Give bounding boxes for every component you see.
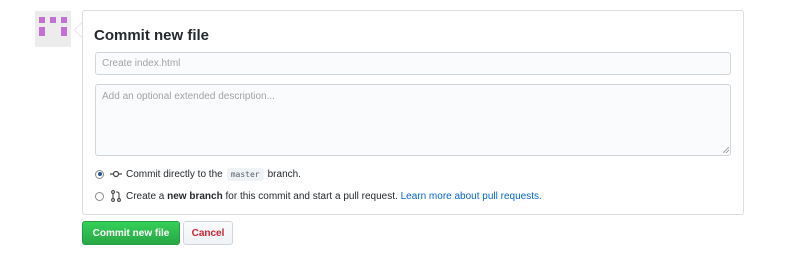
avatar: [35, 11, 71, 47]
new-branch-bold: new branch: [167, 190, 223, 202]
git-pull-request-icon: [110, 190, 122, 202]
resize-handle[interactable]: [723, 147, 729, 153]
commit-description-input[interactable]: [95, 84, 731, 156]
branch-name: master: [226, 167, 264, 181]
panel-pointer-inner: [75, 23, 82, 37]
commit-panel: Commit new file Commit directly to the m…: [82, 10, 744, 215]
new-branch-radio[interactable]: [95, 191, 104, 201]
commit-directly-suffix: branch.: [267, 168, 301, 180]
commit-directly-radio[interactable]: [95, 169, 104, 179]
new-branch-text-before: Create a: [126, 190, 165, 202]
git-commit-icon: [110, 168, 122, 180]
commit-summary-input[interactable]: [95, 52, 731, 75]
new-branch-option[interactable]: Create a new branch for this commit and …: [95, 188, 542, 204]
learn-more-link[interactable]: Learn more about pull requests.: [401, 191, 542, 202]
commit-directly-option[interactable]: Commit directly to the master branch.: [95, 166, 301, 182]
commit-title: Commit new file: [94, 27, 210, 44]
cancel-button[interactable]: Cancel: [183, 221, 233, 245]
commit-directly-text: Commit directly to the: [126, 168, 223, 180]
commit-button[interactable]: Commit new file: [82, 221, 180, 245]
new-branch-text-after: for this commit and start a pull request…: [225, 190, 398, 202]
